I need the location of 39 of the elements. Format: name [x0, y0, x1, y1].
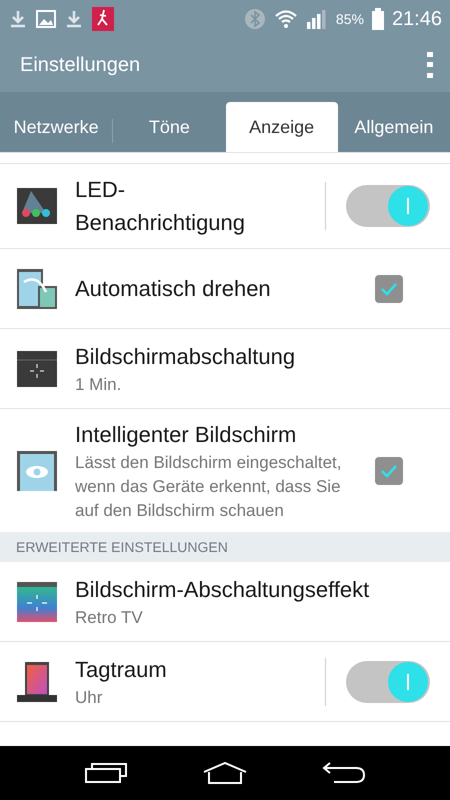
toggle-switch[interactable] [346, 660, 430, 702]
download-icon [8, 9, 28, 29]
screen-effect-icon [16, 580, 58, 622]
smart-screen-icon [16, 450, 58, 492]
tab[interactable]: Netzwerke [0, 102, 112, 152]
checkbox[interactable] [375, 274, 403, 302]
battery-icon [372, 8, 384, 30]
checkbox[interactable] [375, 456, 403, 484]
tab[interactable]: Töne [113, 102, 226, 152]
setting-title: Tagtraum [75, 656, 168, 684]
home-icon[interactable] [200, 761, 249, 785]
setting-title: Bildschirmabschaltung [75, 343, 296, 371]
overflow-menu-icon[interactable] [426, 52, 434, 78]
setting-title: LED-Benachrichtigung [75, 176, 246, 237]
setting-title: Bildschirm-Abschaltungseffekt [75, 576, 370, 604]
section-header: ERWEITERTE EINSTELLUNGEN [0, 532, 450, 562]
setting-summary: Lässt den Bildschirm eingeschaltet, wenn das Geräte erkennt, dass Sie auf den Bildschirm schauen [75, 452, 342, 522]
setting-summary: Uhr [75, 687, 104, 709]
docked-phone-icon [16, 660, 58, 702]
setting-title: Intelligenter Bildschirm [75, 421, 298, 449]
toggle-switch[interactable] [346, 185, 430, 227]
tab[interactable]: Anzeige [226, 102, 338, 152]
battery-percent: 85% [336, 10, 364, 28]
runner-app-icon [92, 7, 114, 31]
led-icon [16, 185, 58, 227]
bluetooth-icon [244, 8, 266, 30]
recent-apps-icon[interactable] [84, 762, 128, 784]
setting-summary: Retro TV [75, 607, 144, 629]
download-icon [64, 9, 84, 29]
tab[interactable]: Allgemein [338, 102, 450, 152]
clock: 21:46 [392, 7, 442, 32]
back-icon[interactable] [322, 761, 366, 785]
rotate-icon [16, 268, 58, 310]
image-icon [36, 10, 56, 28]
signal-icon [306, 9, 328, 29]
setting-summary: 1 Min. [75, 374, 122, 396]
wifi-icon [274, 9, 298, 29]
app-title: Einstellungen [20, 53, 142, 78]
setting-title: Automatisch drehen [75, 275, 272, 303]
